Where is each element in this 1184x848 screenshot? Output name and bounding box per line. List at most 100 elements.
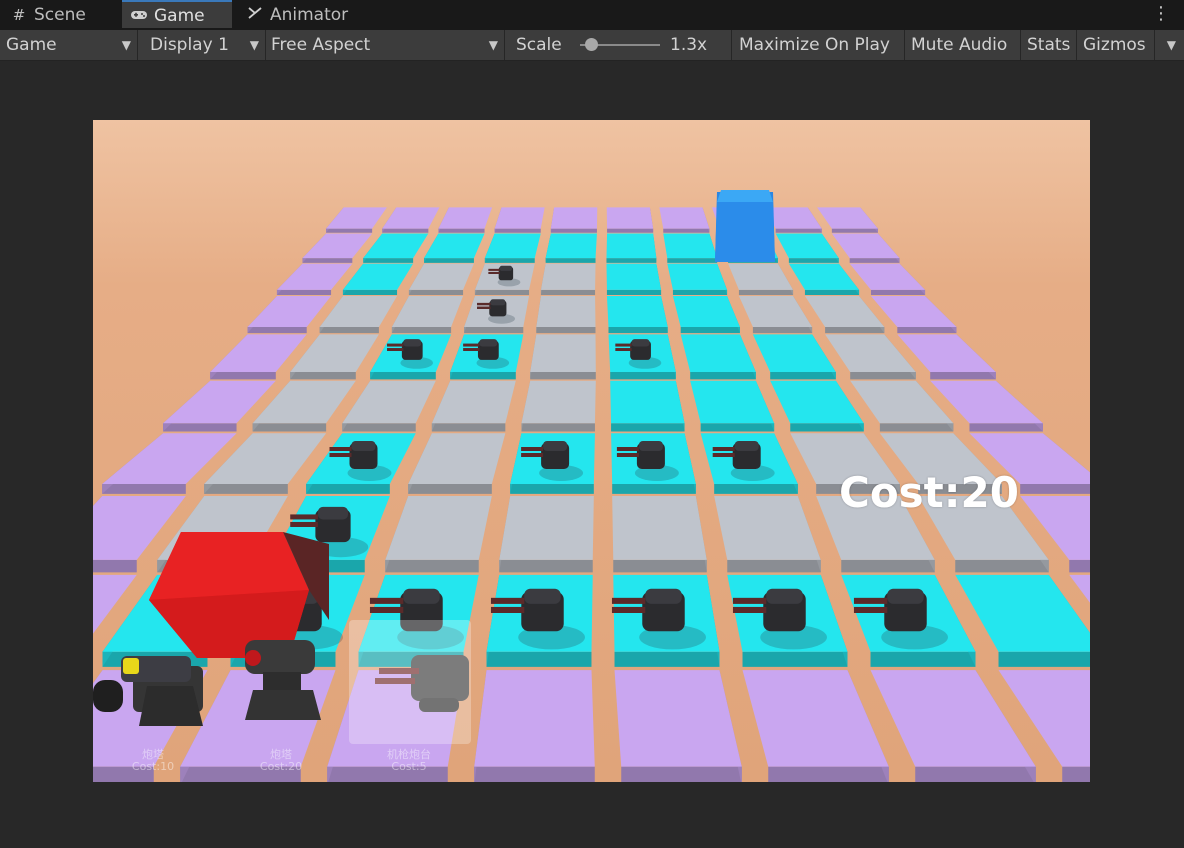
grid-tile[interactable] — [550, 207, 598, 229]
tile-side — [540, 289, 596, 295]
scale-slider-thumb[interactable] — [585, 38, 598, 51]
aspect-label: Free Aspect — [271, 35, 371, 55]
aspect-dropdown[interactable]: Free Aspect ▼ — [265, 30, 505, 60]
tile-side — [204, 483, 288, 494]
chevron-down-icon: ▼ — [1166, 38, 1176, 52]
tile-side — [998, 651, 1090, 667]
grid-tile[interactable] — [499, 496, 594, 560]
tab-animator-label: Animator — [270, 5, 349, 25]
tile-side — [247, 327, 307, 334]
game-view-dropdown[interactable]: Game ▼ — [0, 30, 138, 60]
grid-tile[interactable] — [494, 207, 545, 229]
tile-side — [768, 766, 889, 782]
gizmos-dropdown[interactable]: ▼ — [1155, 30, 1184, 60]
tile-side — [302, 258, 353, 263]
tile-side — [955, 559, 1049, 573]
tile-side — [550, 228, 597, 233]
grid-tile[interactable] — [659, 207, 710, 229]
grid-tile[interactable] — [606, 295, 668, 328]
shop-card-cannon[interactable]: 炮塔 Cost:10 — [93, 620, 213, 773]
chevron-down-icon: ▼ — [249, 38, 259, 52]
chevron-down-icon: ▼ — [488, 38, 498, 52]
tile-side — [545, 258, 596, 263]
grid-tile[interactable] — [474, 670, 595, 767]
tile-side — [969, 423, 1043, 432]
grid-tile[interactable] — [612, 496, 707, 560]
card-cost: Cost:5 — [391, 760, 427, 773]
tab-game[interactable]: Game — [122, 0, 232, 28]
tile-side — [606, 258, 657, 263]
tile-side — [102, 483, 186, 494]
tile-side — [326, 228, 373, 233]
goal-cube — [715, 190, 775, 262]
tile-side — [382, 228, 429, 233]
tile-side — [621, 766, 742, 782]
mute-label: Mute Audio — [911, 35, 1008, 55]
grid-tile[interactable] — [667, 263, 728, 290]
tile-side — [486, 651, 592, 667]
tile-side — [450, 372, 516, 380]
tile-side — [690, 372, 756, 380]
tile-side — [915, 766, 1036, 782]
game-view-label: Game — [6, 35, 57, 55]
grid-tile[interactable] — [606, 233, 657, 259]
tile-side — [613, 559, 707, 573]
grid-tile[interactable] — [521, 380, 596, 424]
grid-tile[interactable] — [540, 263, 596, 290]
tile-side — [790, 423, 864, 432]
tile-side — [612, 483, 696, 494]
grid-tile[interactable] — [663, 233, 718, 259]
tile-side — [408, 483, 492, 494]
display-label: Display 1 — [150, 35, 229, 55]
grid-tile[interactable] — [484, 233, 541, 259]
tile-side — [608, 327, 668, 334]
more-options-icon[interactable]: ⋮ — [1152, 2, 1170, 26]
tile-side — [930, 372, 996, 380]
grid-tile[interactable] — [530, 334, 596, 373]
tile-side — [521, 423, 595, 432]
tile-side — [850, 372, 916, 380]
tile-side — [385, 559, 479, 573]
tile-side — [363, 258, 414, 263]
tile-side — [1069, 559, 1090, 573]
grid-tile[interactable] — [606, 263, 662, 290]
tile-side — [742, 651, 848, 667]
grid-tile[interactable] — [610, 380, 685, 424]
tile-side — [319, 327, 379, 334]
placement-cost-label: Cost:20 — [839, 468, 1019, 517]
shop-card-laser[interactable]: 炮塔 Cost:20 — [221, 620, 341, 773]
tile-side — [290, 372, 356, 380]
tile-side — [464, 327, 524, 334]
tile-side — [474, 289, 530, 295]
shop-card-machinegun[interactable]: 机枪炮台 Cost:5 — [349, 620, 471, 773]
tile-side — [614, 651, 720, 667]
tile-side — [474, 766, 595, 782]
tile-side — [849, 258, 900, 263]
tab-animator[interactable]: Animator — [246, 0, 366, 30]
grid-tile[interactable] — [536, 295, 596, 328]
tile-side — [788, 258, 839, 263]
grid-tile[interactable] — [614, 670, 742, 767]
tile-side — [870, 651, 976, 667]
tile-side — [663, 228, 710, 233]
tile-side — [342, 289, 398, 295]
gizmos-button[interactable]: Gizmos — [1077, 30, 1155, 60]
tile-side — [667, 258, 718, 263]
display-dropdown[interactable]: Display 1 ▼ — [144, 30, 266, 60]
tile-side — [841, 559, 935, 573]
mute-audio-button[interactable]: Mute Audio — [905, 30, 1021, 60]
editor-tab-bar: # Scene Game Animator ⋮ — [0, 0, 1184, 30]
tab-scene[interactable]: # Scene — [10, 0, 110, 30]
tile-side — [1062, 766, 1090, 782]
tile-side — [700, 423, 775, 432]
tile-side — [484, 258, 535, 263]
grid-tile[interactable] — [606, 207, 654, 229]
game-viewport[interactable]: Cost:20 炮塔 Cost:10 炮塔 Cost:20 机枪炮台 Cost:… — [93, 120, 1090, 782]
tile-side — [714, 483, 798, 494]
tile-side — [210, 372, 276, 380]
grid-tile[interactable] — [545, 233, 597, 259]
maximize-on-play-button[interactable]: Maximize On Play — [733, 30, 905, 60]
tile-side — [1020, 483, 1090, 494]
stats-button[interactable]: Stats — [1021, 30, 1077, 60]
tile-side — [438, 228, 485, 233]
